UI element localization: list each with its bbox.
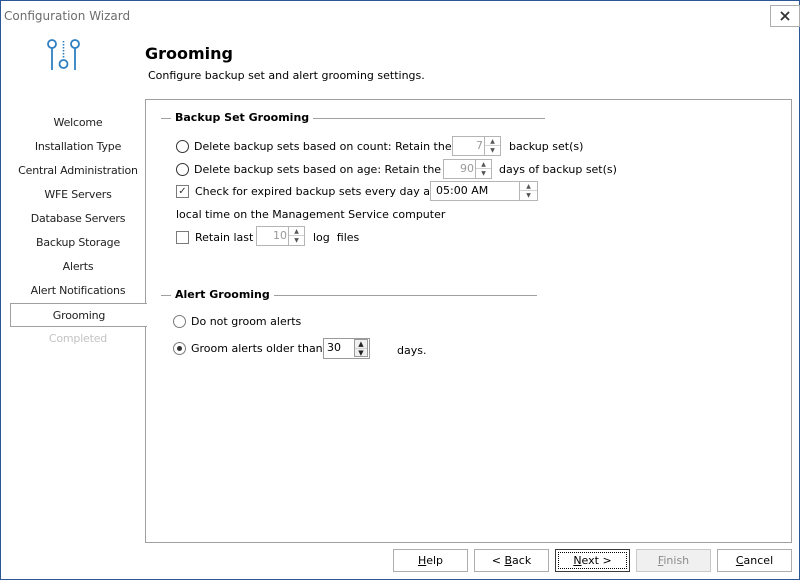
check-expired-checkbox[interactable]: ✓ — [176, 185, 189, 198]
back-button[interactable]: < Back — [474, 549, 549, 572]
retain-logs-value: 10 — [273, 229, 287, 242]
delete-by-age-label: Delete backup sets based on age: Retain … — [194, 163, 465, 176]
nav-step-alert-notifications[interactable]: Alert Notifications — [10, 279, 146, 303]
spin-down-icon: ▼ — [481, 170, 486, 177]
spin-up-icon: ▲ — [289, 227, 304, 236]
retain-count-suffix: backup set(s) — [509, 140, 584, 153]
spin-down-icon[interactable]: ▼ — [520, 191, 537, 200]
window-title: Configuration Wizard — [4, 9, 131, 23]
check-time-value: 05:00 AM — [436, 184, 489, 197]
spin-up-icon[interactable]: ▲ — [355, 340, 367, 349]
check-expired-label: Check for expired backup sets every day … — [195, 185, 435, 198]
alert-grooming-heading: Alert Grooming — [171, 288, 274, 301]
nav-step-installation-type[interactable]: Installation Type — [10, 135, 146, 159]
cancel-button[interactable]: Cancel — [717, 549, 792, 572]
close-icon — [780, 11, 790, 21]
finish-button: Finish — [636, 549, 711, 572]
retain-logs-spinner: 10 ▲ ▼ — [256, 226, 305, 246]
do-not-groom-label: Do not groom alerts — [191, 315, 302, 328]
groom-days-suffix: days. — [397, 344, 427, 357]
spin-up-icon: ▲ — [485, 137, 500, 146]
retain-count-value: 7 — [476, 139, 483, 152]
retain-count-spinner: 7 ▲ ▼ — [452, 136, 501, 156]
wizard-logo-icon — [47, 39, 80, 70]
retain-logs-checkbox[interactable] — [176, 231, 189, 244]
nav-step-completed: Completed — [48, 332, 108, 345]
groom-days-value: 30 — [327, 341, 341, 354]
nav-step-database-servers[interactable]: Database Servers — [10, 207, 146, 231]
delete-by-count-label: Delete backup sets based on count: Retai… — [194, 140, 475, 153]
page-title: Grooming — [145, 44, 234, 63]
retain-logs-suffix: log files — [313, 231, 360, 244]
configuration-wizard-window: Configuration Wizard Grooming Configure … — [0, 0, 800, 580]
nav-step-welcome[interactable]: Welcome — [10, 111, 146, 135]
groom-days-spinner[interactable]: 30 ▲ ▼ — [323, 338, 370, 359]
page-subtitle: Configure backup set and alert grooming … — [148, 69, 425, 82]
spin-down-icon: ▼ — [294, 237, 299, 244]
nav-step-backup-storage[interactable]: Backup Storage — [10, 231, 146, 255]
spin-up-icon: ▲ — [476, 160, 491, 169]
retain-days-value: 90 — [460, 162, 474, 175]
delete-by-age-radio[interactable] — [176, 163, 189, 176]
nav-step-wfe-servers[interactable]: WFE Servers — [10, 183, 146, 207]
delete-by-count-radio[interactable] — [176, 140, 189, 153]
groom-older-radio[interactable] — [173, 342, 186, 355]
groom-older-label: Groom alerts older than — [191, 342, 323, 355]
retain-logs-label: Retain last — [195, 231, 254, 244]
retain-days-suffix: days of backup set(s) — [499, 163, 617, 176]
spin-up-icon[interactable]: ▲ — [520, 182, 537, 191]
spin-down-icon[interactable]: ▼ — [355, 349, 367, 358]
check-time-picker[interactable]: 05:00 AM ▲ ▼ — [430, 181, 538, 201]
help-button[interactable]: Help — [393, 549, 468, 572]
local-time-note: local time on the Management Service com… — [176, 208, 446, 221]
nav-step-alerts[interactable]: Alerts — [10, 255, 146, 279]
nav-step-grooming[interactable]: Grooming — [10, 303, 147, 327]
spin-down-icon: ▼ — [490, 147, 495, 154]
close-button[interactable] — [770, 5, 800, 27]
retain-days-spinner: 90 ▲ ▼ — [443, 159, 492, 179]
backup-set-grooming-heading: Backup Set Grooming — [171, 111, 314, 124]
next-button[interactable]: Next > — [555, 549, 630, 572]
do-not-groom-radio[interactable] — [173, 315, 186, 328]
nav-step-central-administration[interactable]: Central Administration — [10, 159, 146, 183]
